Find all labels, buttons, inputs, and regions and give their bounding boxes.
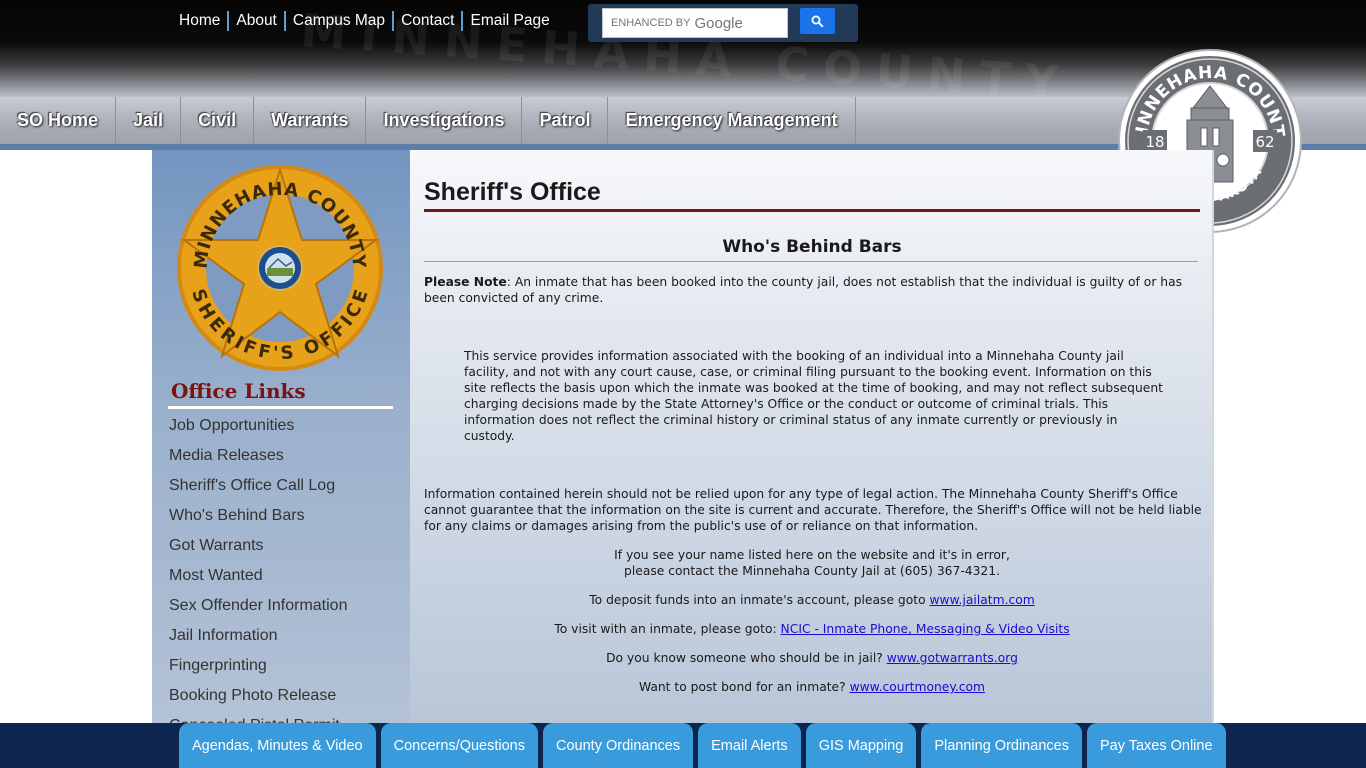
search-input[interactable]: ENHANCED BY Google — [602, 8, 788, 38]
nav-item-investigations[interactable]: Investigations — [366, 97, 523, 144]
utility-link-contact[interactable]: Contact — [392, 11, 461, 31]
sheriff-badge-logo: MINNEHAHA COUNTY SHERIFF'S OFFICE — [177, 165, 383, 371]
deposit-funds-text: To deposit funds into an inmate's accoun… — [589, 593, 930, 607]
ncic-visits-link[interactable]: NCIC - Inmate Phone, Messaging & Video V… — [781, 622, 1070, 636]
quick-link-county-ordinances[interactable]: County Ordinances — [543, 723, 694, 768]
gotwarrants-link[interactable]: www.gotwarrants.org — [887, 651, 1018, 665]
section-title: Who's Behind Bars — [722, 237, 902, 257]
nav-item-civil[interactable]: Civil — [181, 97, 255, 144]
sidebar-link-sex-offender-information[interactable]: Sex Offender Information — [169, 595, 347, 625]
error-notice-line2: please contact the Minnehaha County Jail… — [624, 564, 1000, 578]
error-notice-line1: If you see your name listed here on the … — [614, 548, 1010, 562]
post-bond-text: Want to post bond for an inmate? — [638, 680, 850, 694]
please-note-label: Please Note — [424, 275, 507, 289]
sidebar-title: Office Links — [171, 379, 306, 403]
sidebar: MINNEHAHA COUNTY SHERIFF'S OFFICE Office… — [152, 150, 410, 723]
search-placeholder-brand: Google — [694, 14, 743, 32]
nav-item-warrants[interactable]: Warrants — [254, 97, 367, 144]
sidebar-link-booking-photo-release[interactable]: Booking Photo Release — [169, 685, 347, 715]
quick-link-email-alerts[interactable]: Email Alerts — [698, 723, 801, 768]
utility-link-about[interactable]: About — [227, 11, 284, 31]
nav-item-patrol[interactable]: Patrol — [522, 97, 609, 144]
utility-nav: Home About Campus Map Contact Email Page — [172, 11, 557, 31]
quick-links-bar: Agendas, Minutes & Video Concerns/Questi… — [0, 723, 1366, 768]
please-note-text: : An inmate that has been booked into th… — [424, 275, 1183, 305]
quick-link-agendas[interactable]: Agendas, Minutes & Video — [179, 723, 376, 768]
sidebar-link-got-warrants[interactable]: Got Warrants — [169, 535, 347, 565]
warrants-line: Do you know someone who should be in jai… — [424, 650, 1200, 666]
post-bond-line: Want to post bond for an inmate? www.cou… — [424, 679, 1200, 695]
quick-links: Agendas, Minutes & Video Concerns/Questi… — [179, 723, 1226, 768]
visit-inmate-text: To visit with an inmate, please goto: — [554, 622, 781, 636]
utility-link-campus-map[interactable]: Campus Map — [283, 11, 392, 31]
section-divider — [424, 261, 1198, 262]
quick-link-planning-ordinances[interactable]: Planning Ordinances — [921, 723, 1082, 768]
sidebar-link-jail-information[interactable]: Jail Information — [169, 625, 347, 655]
jailatm-link[interactable]: www.jailatm.com — [930, 593, 1035, 607]
sidebar-link-concealed-pistol-permit[interactable]: Concealed Pistol Permit — [169, 715, 347, 723]
nav-item-jail[interactable]: Jail — [116, 97, 182, 144]
deposit-funds-line: To deposit funds into an inmate's accoun… — [424, 592, 1200, 608]
office-links-list: Job Opportunities Media Releases Sheriff… — [169, 415, 347, 723]
search-icon — [811, 15, 824, 28]
main-content: Sheriff's Office Who's Behind Bars Pleas… — [410, 150, 1214, 723]
county-seal-year-left: 18 — [1145, 133, 1164, 151]
warrants-text: Do you know someone who should be in jai… — [606, 651, 887, 665]
service-paragraph: This service provides information associ… — [464, 349, 1163, 443]
courtmoney-link[interactable]: www.courtmoney.com — [850, 680, 985, 694]
visit-inmate-line: To visit with an inmate, please goto: NC… — [424, 621, 1200, 637]
state-seal-icon — [257, 245, 303, 291]
please-note-paragraph: Please Note: An inmate that has been boo… — [424, 274, 1200, 306]
sidebar-link-whos-behind-bars[interactable]: Who's Behind Bars — [169, 505, 347, 535]
quick-link-pay-taxes[interactable]: Pay Taxes Online — [1086, 723, 1226, 768]
disclaimer-paragraph: Information contained herein should not … — [424, 487, 1202, 533]
quick-link-concerns[interactable]: Concerns/Questions — [380, 723, 538, 768]
county-seal-year-right: 62 — [1255, 133, 1274, 151]
sidebar-link-fingerprinting[interactable]: Fingerprinting — [169, 655, 347, 685]
search-placeholder-prefix: ENHANCED BY — [611, 17, 691, 29]
utility-link-home[interactable]: Home — [172, 11, 227, 31]
quick-link-gis-mapping[interactable]: GIS Mapping — [805, 723, 917, 768]
sidebar-link-job-opportunities[interactable]: Job Opportunities — [169, 415, 347, 445]
sidebar-link-media-releases[interactable]: Media Releases — [169, 445, 347, 475]
nav-item-emergency-management[interactable]: Emergency Management — [608, 97, 856, 144]
page-title-divider — [424, 209, 1200, 212]
search-button[interactable] — [800, 8, 835, 34]
sidebar-link-call-log[interactable]: Sheriff's Office Call Log — [169, 475, 347, 505]
sidebar-link-most-wanted[interactable]: Most Wanted — [169, 565, 347, 595]
utility-link-email-page[interactable]: Email Page — [461, 11, 556, 31]
page-title: Sheriff's Office — [424, 178, 601, 206]
nav-item-so-home[interactable]: SO Home — [0, 97, 117, 144]
search-box: ENHANCED BY Google — [588, 4, 858, 42]
sidebar-title-divider — [168, 406, 393, 409]
